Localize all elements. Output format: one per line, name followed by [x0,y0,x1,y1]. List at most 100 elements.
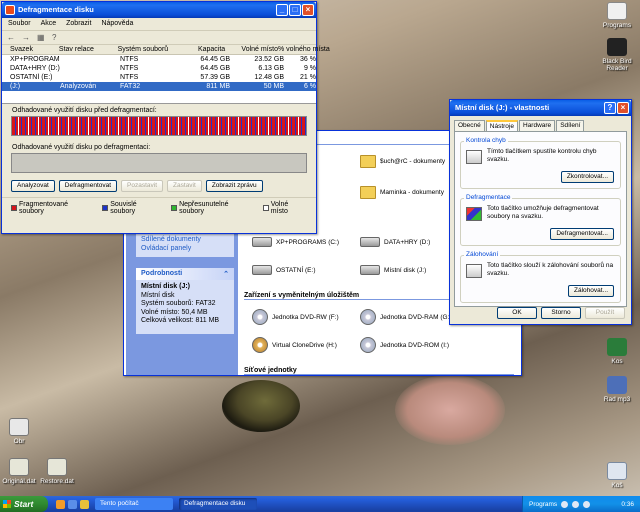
minimize-button[interactable]: _ [276,4,288,16]
before-label: Odhadované využití disku před defragment… [12,107,157,114]
close-button[interactable]: × [617,102,629,114]
col-volume[interactable]: Svazek [2,45,59,54]
ie-icon[interactable] [68,499,77,509]
check-now-button[interactable]: Zkontrolovat... [560,171,614,183]
stop-button[interactable]: Zastavit [167,180,202,192]
drive-item-d[interactable]: DATA+HRY (D:) [360,237,430,247]
help-icon[interactable]: ? [52,33,61,42]
tray-icon-network[interactable] [561,500,569,508]
drive-item-e[interactable]: OSTATNÍ (E:) [252,265,315,275]
col-status[interactable]: Stav relace [59,45,118,54]
table-row[interactable]: XP+PROGRAMS (C:) NTFS 64.45 GB 23.52 GB … [2,55,316,64]
analyze-button[interactable]: Analyzovat [11,180,55,192]
back-arrow-icon[interactable]: ← [7,33,16,42]
tab-sharing[interactable]: Sdílení [556,120,585,131]
menu-akce[interactable]: Akce [41,20,57,28]
ok-button[interactable]: OK [497,307,537,319]
cd-drive-icon [360,337,376,353]
image-icon [9,418,29,436]
folder-item[interactable]: $uch@rC - dokumenty [360,155,445,168]
drive-item-c[interactable]: XP+PROGRAMS (C:) [252,237,339,247]
task-defrag[interactable]: Defragmentace disku [179,498,257,510]
desktop-icon-black-bird[interactable]: Black Bird Reader [594,38,640,72]
table-row[interactable]: OSTATNÍ (E:) NTFS 57.39 GB 12.48 GB 21 % [2,73,316,82]
tray-label[interactable]: Programs [529,501,557,508]
tab-general[interactable]: Obecné [454,120,485,131]
tray-icon-security[interactable] [583,500,591,508]
defrag-toolbar: ← → ▦ ? [2,31,316,45]
media-icon [607,376,627,394]
bird-icon [607,38,627,56]
desktop-icon-obr[interactable]: Obr [0,418,42,445]
menu-zobrazit[interactable]: Zobrazit [66,20,91,28]
media-player-icon[interactable] [80,499,89,509]
col-pct[interactable]: % volného místa [278,45,330,54]
taskbar: Start Tento počítač Defragmentace disku … [0,496,640,512]
table-row-selected[interactable]: (J:) Analyzován FAT32 811 MB 50 MB 6 % [2,82,316,91]
help-button[interactable]: ? [604,102,616,114]
usage-bar-before [11,116,307,136]
forward-arrow-icon[interactable]: → [22,33,31,42]
apply-button[interactable]: Použít [585,307,625,319]
maximize-button[interactable]: □ [289,4,301,16]
firefox-icon[interactable] [56,499,65,509]
drive-item-g[interactable]: Jednotka DVD-RAM (G:) [360,309,452,325]
menu-napoveda[interactable]: Nápověda [101,20,133,28]
start-button[interactable]: Start [0,496,48,512]
drive-item-i[interactable]: Jednotka DVD-ROM (I:) [360,337,449,353]
defragment-now-button[interactable]: Defragmentovat... [550,228,614,240]
backup-group: Zálohování Toto tlačítko slouží k záloho… [460,251,621,303]
clock[interactable]: 0:36 [621,501,634,508]
details-name: Místní disk (J:) [141,283,191,290]
link-control-panel[interactable]: Ovládací panely [141,245,229,254]
backup-now-button[interactable]: Zálohovat... [568,285,614,297]
link-shared-docs[interactable]: Sdílené dokumenty [141,236,229,245]
desktop-icon-kos[interactable]: Kos [594,338,640,365]
defragment-button[interactable]: Defragmentovat [58,180,118,192]
computer-icon [607,2,627,20]
legend-contiguous: Souvislé soubory [102,201,163,215]
details-panel-header[interactable]: Podrobnosti ⌃ [136,268,234,280]
col-free[interactable]: Volné místo [225,45,278,54]
hard-drive-icon [360,237,380,247]
desktop-icon-programs[interactable]: Programs [594,2,640,29]
defrag-titlebar[interactable]: Defragmentace disku _ □ × [2,2,316,18]
col-capacity[interactable]: Kapacita [174,45,225,54]
table-empty-space [2,91,316,103]
properties-titlebar[interactable]: Místní disk (J:) - vlastnosti ? × [450,100,631,116]
close-button[interactable]: × [302,4,314,16]
view-report-button[interactable]: Zobrazit zprávu [205,180,263,192]
tray-icon-volume[interactable] [572,500,580,508]
collapse-icon[interactable]: ⌃ [223,270,229,278]
drive-item-h[interactable]: Virtual CloneDrive (H:) [252,337,337,353]
tab-hardware[interactable]: Hardware [519,120,556,131]
task-my-computer[interactable]: Tento počítač [95,498,173,510]
cancel-button[interactable]: Storno [541,307,581,319]
explorer-task-pane: Sdílené dokumenty Ovládací panely Podrob… [126,231,238,375]
details-free: Volné místo: 50,4 MB [141,308,208,316]
defrag-window[interactable]: Defragmentace disku _ □ × Soubor Akce Zo… [1,1,330,234]
cd-drive-icon [360,309,376,325]
tab-tools[interactable]: Nástroje [485,120,518,131]
file-icon [47,458,67,476]
properties-icon[interactable]: ▦ [37,33,46,42]
desktop-icon-rad[interactable]: Rad mp3 [594,376,640,403]
properties-title: Místní disk (J:) - vlastnosti [455,103,550,112]
desktop-icon-restore[interactable]: Restore.dat [34,458,80,485]
details-type: Místní disk [141,291,175,299]
menu-soubor[interactable]: Soubor [8,20,31,28]
table-row[interactable]: DATA+HRY (D:) NTFS 64.45 GB 6.13 GB 9 % [2,64,316,73]
legend-unmovable: Nepřesunutelné soubory [171,201,255,215]
pause-button[interactable]: Pozastavit [121,180,164,192]
properties-dialog[interactable]: Místní disk (J:) - vlastnosti ? × Obecné… [449,99,632,325]
desktop-icon-kos-bin[interactable]: Koš [594,462,640,489]
swatch-blue [102,205,109,211]
drive-item-f[interactable]: Jednotka DVD-RW (F:) [252,309,339,325]
defrag-group: Defragmentace Toto tlačítko umožňuje def… [460,194,621,246]
folder-item[interactable]: Maminka - dokumenty [360,186,444,199]
col-fs[interactable]: Systém souborů [118,45,175,54]
legend-fragmented: Fragmentované soubory [11,201,94,215]
drive-item-j[interactable]: Místní disk (J:) [360,265,426,275]
legend-free: Volné místo [262,201,307,215]
volume-table: Svazek Stav relace Systém souborů Kapaci… [2,45,330,104]
